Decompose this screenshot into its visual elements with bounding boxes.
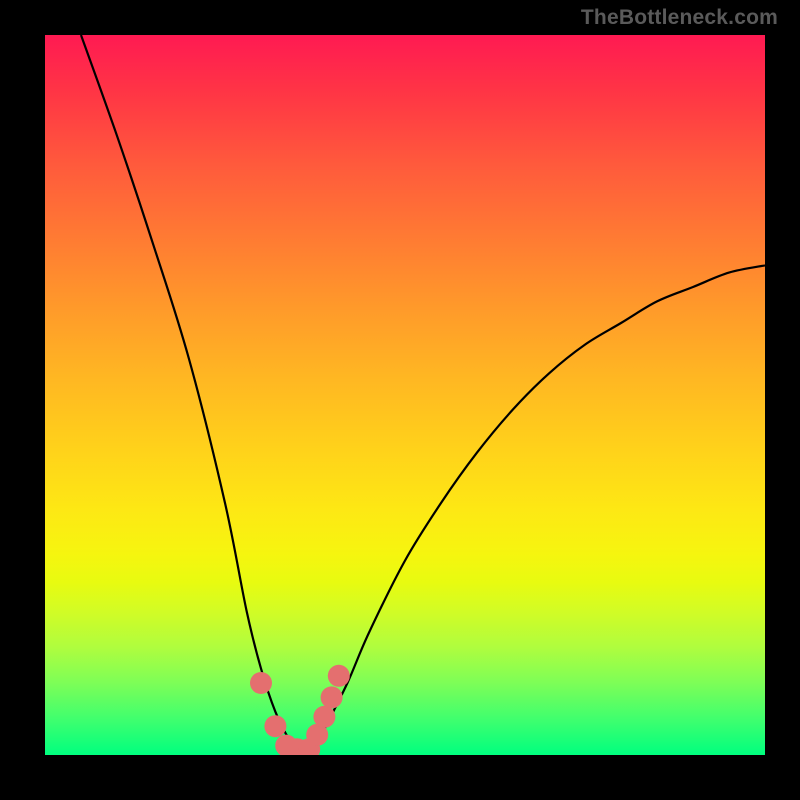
watermark-text: TheBottleneck.com: [581, 6, 778, 30]
marker-point: [321, 686, 343, 708]
marker-point: [328, 665, 350, 687]
chart-frame: TheBottleneck.com: [0, 0, 800, 800]
marker-point: [250, 672, 272, 694]
marker-point: [313, 706, 335, 728]
bottleneck-curve: [81, 35, 765, 748]
curve-layer: [45, 35, 765, 755]
marker-point: [264, 715, 286, 737]
plot-area: [45, 35, 765, 755]
